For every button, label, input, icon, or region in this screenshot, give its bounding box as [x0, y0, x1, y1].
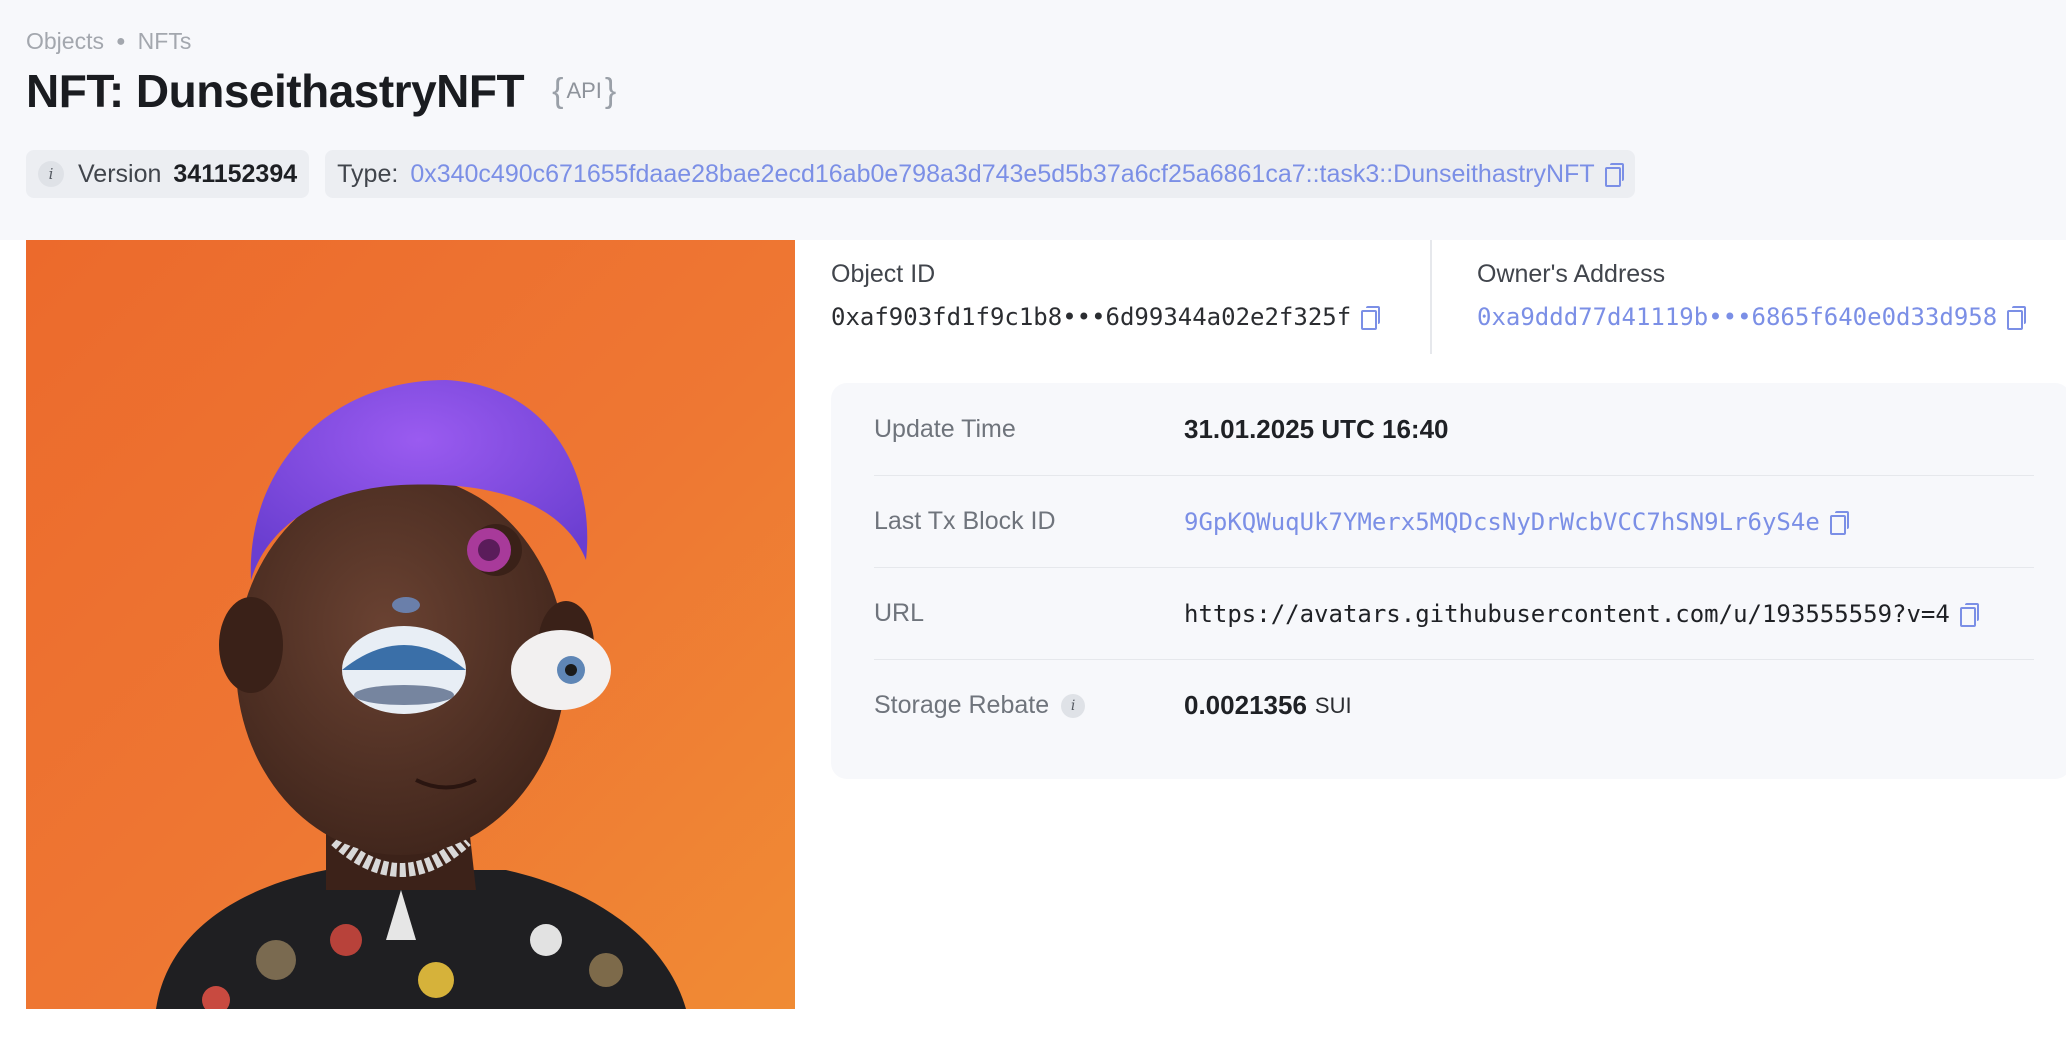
- page-title: NFT: DunseithastryNFT: [26, 65, 525, 117]
- copy-icon[interactable]: [1361, 306, 1381, 330]
- owner-address-value-row: 0xa9ddd77d41119b•••6865f640e0d33d958: [1477, 303, 2027, 331]
- type-chip: Type: 0x340c490c671655fdaae28bae2ecd16ab…: [325, 150, 1635, 198]
- storage-rebate-unit: SUI: [1314, 692, 1352, 718]
- update-time-value: 31.01.2025 UTC 16:40: [1184, 413, 1449, 444]
- copy-icon[interactable]: [1604, 163, 1624, 187]
- copy-icon[interactable]: [1959, 602, 1979, 627]
- storage-rebate-row: Storage Rebate i 0.0021356 SUI: [874, 659, 2034, 751]
- owner-address-link[interactable]: 0xa9ddd77d41119b•••6865f640e0d33d958: [1477, 303, 1997, 331]
- nft-image: [26, 240, 795, 1009]
- owner-address-label: Owner's Address: [1477, 260, 1666, 288]
- details-card: Update Time 31.01.2025 UTC 16:40 Last Tx…: [831, 383, 2066, 779]
- storage-rebate-label-wrap: Storage Rebate i: [874, 691, 1184, 720]
- breadcrumb: Objects ● NFTs: [26, 28, 191, 55]
- breadcrumb-objects-link[interactable]: Objects: [26, 28, 104, 55]
- url-label: URL: [874, 599, 925, 627]
- header-background: [0, 0, 2066, 240]
- storage-rebate-value-row: 0.0021356 SUI: [1184, 690, 1352, 721]
- api-link[interactable]: { API }: [552, 72, 616, 111]
- version-chip: i Version 341152394: [26, 150, 310, 198]
- type-label: Type:: [337, 159, 399, 188]
- version-value: 341152394: [173, 159, 298, 188]
- last-tx-link[interactable]: 9GpKQWuqUk7YMerx5MQDcsNyDrWcbVCC7hSN9Lr6…: [1184, 508, 1820, 536]
- owner-address-block: Owner's Address 0xa9ddd77d41119b•••6865f…: [1477, 260, 2027, 331]
- version-label: Version: [78, 159, 162, 188]
- copy-icon[interactable]: [1829, 510, 1849, 535]
- object-id-value[interactable]: 0xaf903fd1f9c1b8•••6d99344a02e2f325f: [831, 303, 1351, 331]
- object-id-label: Object ID: [831, 260, 936, 288]
- nft-avatar-illustration: [26, 240, 795, 1009]
- url-value[interactable]: https://avatars.githubusercontent.com/u/…: [1184, 600, 1950, 628]
- object-id-block: Object ID 0xaf903fd1f9c1b8•••6d99344a02e…: [831, 260, 1381, 331]
- copy-icon[interactable]: [2007, 306, 2027, 330]
- vertical-divider: [1430, 240, 1432, 354]
- title-row: NFT: DunseithastryNFT { API }: [26, 64, 616, 118]
- object-id-value-row: 0xaf903fd1f9c1b8•••6d99344a02e2f325f: [831, 303, 1381, 331]
- update-time-row: Update Time 31.01.2025 UTC 16:40: [874, 383, 2034, 475]
- brace-left-icon: {: [552, 71, 564, 110]
- last-tx-label: Last Tx Block ID: [874, 507, 1056, 535]
- storage-rebate-label: Storage Rebate: [874, 691, 1050, 719]
- type-link[interactable]: 0x340c490c671655fdaae28bae2ecd16ab0e798a…: [410, 160, 1594, 189]
- breadcrumb-nfts-link[interactable]: NFTs: [138, 28, 192, 55]
- storage-rebate-value: 0.0021356: [1184, 690, 1307, 720]
- breadcrumb-separator-icon: ●: [115, 32, 126, 50]
- api-label: API: [566, 78, 602, 103]
- url-row: URL https://avatars.githubusercontent.co…: [874, 567, 2034, 659]
- meta-row: i Version 341152394 Type: 0x340c490c6716…: [26, 150, 1651, 198]
- url-value-row: https://avatars.githubusercontent.com/u/…: [1184, 600, 1979, 628]
- info-icon[interactable]: i: [1061, 693, 1086, 718]
- brace-right-icon: }: [604, 71, 617, 110]
- update-time-label: Update Time: [874, 414, 1016, 443]
- last-tx-value-row: 9GpKQWuqUk7YMerx5MQDcsNyDrWcbVCC7hSN9Lr6…: [1184, 508, 1849, 536]
- info-icon[interactable]: i: [38, 161, 64, 187]
- last-tx-row: Last Tx Block ID 9GpKQWuqUk7YMerx5MQDcsN…: [874, 475, 2034, 567]
